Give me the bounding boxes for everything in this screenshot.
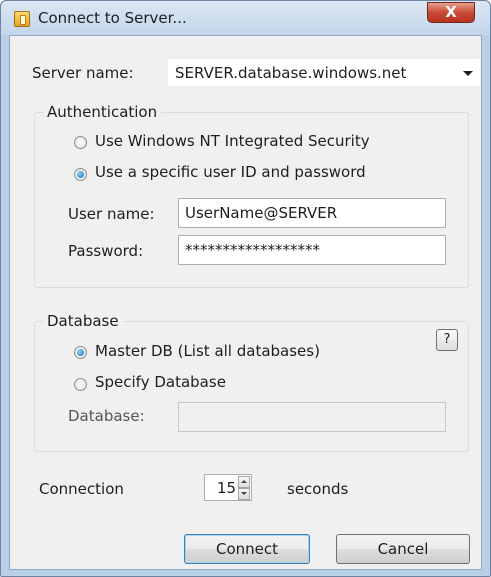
database-group: Database Master DB (List all databases) … [34, 312, 469, 452]
window-title: Connect to Server... [38, 9, 187, 27]
server-name-combobox[interactable]: SERVER.database.windows.net [168, 59, 480, 86]
database-group-title: Database [43, 312, 123, 330]
windows-security-radio[interactable] [74, 136, 87, 149]
authentication-group: Authentication Use Windows NT Integrated… [34, 103, 469, 288]
connect-dialog-window: Connect to Server... X Server name: SERV… [0, 0, 491, 577]
password-label: Password: [68, 242, 144, 260]
spin-down-icon[interactable] [238, 488, 250, 500]
database-field[interactable] [178, 402, 446, 432]
connection-timeout-label: Connection [39, 480, 124, 498]
windows-security-label[interactable]: Use Windows NT Integrated Security [95, 132, 370, 150]
username-field[interactable]: UserName@SERVER [178, 198, 446, 228]
cancel-button[interactable]: Cancel [336, 534, 470, 564]
connection-timeout-value: 15 [216, 479, 236, 497]
specific-user-label[interactable]: Use a specific user ID and password [95, 163, 366, 181]
authentication-group-title: Authentication [43, 103, 162, 121]
server-name-value: SERVER.database.windows.net [175, 64, 407, 82]
spin-up-icon[interactable] [238, 476, 250, 488]
password-field[interactable]: ****************** [178, 235, 446, 265]
database-label: Database: [68, 407, 145, 425]
chevron-down-icon[interactable] [463, 71, 473, 76]
help-icon: ? [443, 332, 451, 347]
connection-timeout-unit: seconds [287, 480, 349, 498]
dialog-body: Server name: SERVER.database.windows.net… [9, 35, 482, 570]
specify-database-radio[interactable] [74, 378, 87, 391]
master-db-radio[interactable] [74, 346, 87, 359]
close-button[interactable]: X [427, 2, 475, 23]
server-name-label: Server name: [32, 64, 134, 82]
password-value: ****************** [185, 241, 320, 259]
username-value: UserName@SERVER [185, 204, 338, 222]
database-icon [14, 11, 30, 27]
close-icon: X [445, 3, 457, 21]
specific-user-radio[interactable] [74, 168, 87, 181]
connect-button[interactable]: Connect [184, 534, 310, 564]
title-bar[interactable]: Connect to Server... X [1, 1, 490, 35]
specify-database-label[interactable]: Specify Database [95, 373, 226, 391]
username-label: User name: [68, 205, 155, 223]
master-db-label[interactable]: Master DB (List all databases) [95, 342, 320, 360]
help-button[interactable]: ? [436, 329, 458, 351]
connection-timeout-stepper[interactable]: 15 [204, 474, 252, 501]
